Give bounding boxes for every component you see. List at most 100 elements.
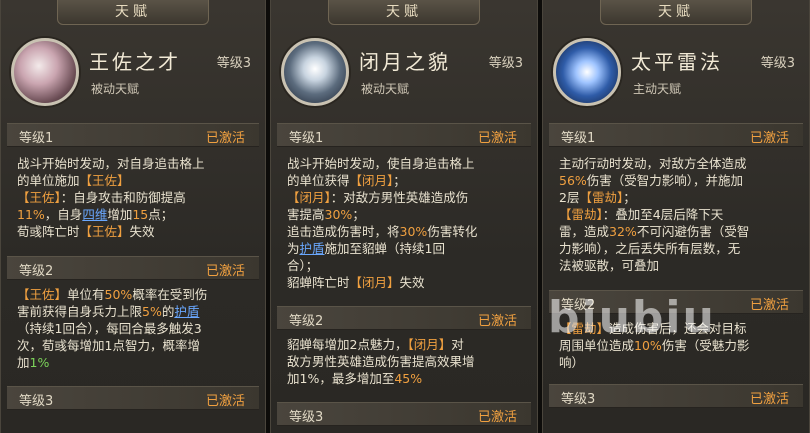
description-text: （持续1回合），每回合最多触发3 <box>17 321 202 336</box>
description-text: 5% <box>142 304 162 319</box>
watermark: biubiu <box>548 292 716 343</box>
description-text: 害提高 <box>287 207 325 222</box>
description-text: 为 <box>287 241 300 256</box>
level-label: 等级2 <box>19 264 54 279</box>
description-text: 【闭月】 <box>349 173 394 188</box>
description-text: 战斗开始时发动，对自身追击格上 <box>17 156 205 171</box>
description-text: 50% <box>104 287 133 302</box>
talent-type: 被动天赋 <box>91 82 140 96</box>
description-line: 2层【雷劫】； <box>559 189 797 206</box>
description-text: 11% <box>17 207 45 222</box>
description-text: 害前获得自身兵力上限 <box>17 304 143 319</box>
description-text: ：叠加至4层后降下天 <box>602 207 724 222</box>
level-row-2: 等级2 已激活 <box>277 306 531 330</box>
level-label: 等级1 <box>289 131 324 146</box>
description-line: 战斗开始时发动，使自身追击格上 <box>287 155 525 172</box>
level-1-description: 战斗开始时发动，对自身追击格上 的单位施加【王佐】 【王佐】：自身攻击和防御提高 11… <box>17 155 253 240</box>
description-line: 敌方男性英雄造成伤害提高效果增 <box>287 353 525 370</box>
talent-name: 闭月之貌 <box>359 50 451 74</box>
description-text: 伤害（受智力影响），并施加 <box>586 173 744 188</box>
description-text: 点； <box>148 207 174 222</box>
talent-icon[interactable] <box>281 38 349 106</box>
description-text: 伤害转化 <box>427 224 478 239</box>
description-text: 1% <box>29 355 50 370</box>
description-text: 战斗开始时发动，使自身追击格上 <box>287 156 475 171</box>
talent-level: 等级3 <box>488 56 523 71</box>
description-text: 响） <box>559 355 585 370</box>
description-text: 貂蝉阵亡时 <box>287 275 350 290</box>
description-text: 雷，造成 <box>559 224 610 239</box>
level-status: 已激活 <box>477 314 517 329</box>
description-text: 【王佐】 <box>79 173 130 188</box>
description-text: 追击造成伤害时，将 <box>287 224 400 239</box>
talent-panel-1: 天赋 王佐之才 被动天赋 等级3 等级1 已激活 战斗开始时发动，对自身追击格上… <box>0 0 266 433</box>
description-line: 响） <box>559 354 797 371</box>
description-text: 敌方男性英雄造成伤害提高效果增 <box>287 354 475 369</box>
description-line: 害提高30%； <box>287 206 525 223</box>
description-text: 30% <box>324 207 353 222</box>
description-line: 的单位获得【闭月】； <box>287 172 525 189</box>
description-text: 主动行动时发动，对敌方全体造成 <box>559 156 747 171</box>
description-line: 【雷劫】：叠加至4层后降下天 <box>559 206 797 223</box>
description-text: 不可闪避伤害（受智 <box>636 224 750 239</box>
description-text: 32% <box>609 224 637 239</box>
panel-tab: 天赋 <box>328 0 480 25</box>
description-text: 【王佐】 <box>79 224 130 239</box>
description-text: ； <box>352 207 365 222</box>
level-label: 等级3 <box>19 394 54 409</box>
description-text: ：自身攻击和防御提高 <box>60 190 186 205</box>
level-row-3: 等级3 已激活 <box>549 384 803 408</box>
description-text: ； <box>623 190 636 205</box>
level-1-description: 主动行动时发动，对敌方全体造成 56%伤害（受智力影响），并施加 2层【雷劫】； 【雷… <box>559 155 797 274</box>
description-line: 次，荀彧每增加1点智力，概率增 <box>17 337 253 354</box>
talent-name: 太平雷法 <box>631 50 723 74</box>
description-text: 加 <box>17 355 30 370</box>
description-line: 力影响），之后丢失所有层数，无 <box>559 240 797 257</box>
level-status: 已激活 <box>477 131 517 146</box>
description-text: 【王佐】 <box>17 287 68 302</box>
description-text: 56% <box>559 173 587 188</box>
description-text: 增加 <box>107 207 133 222</box>
description-text: 次，荀彧每增加1点智力，概率增 <box>17 338 200 353</box>
level-status: 已激活 <box>749 298 789 313</box>
level-2-description: 貂蝉每增加2点魅力，【闭月】对 敌方男性英雄造成伤害提高效果增 加1%，最多增加至4… <box>287 336 525 387</box>
description-text: 的单位施加 <box>17 173 80 188</box>
description-line: 战斗开始时发动，对自身追击格上 <box>17 155 253 172</box>
keyword-link[interactable]: 四维 <box>82 207 107 222</box>
level-1-description: 战斗开始时发动，使自身追击格上 的单位获得【闭月】； 【闭月】：对敌方男性英雄造成伤… <box>287 155 525 291</box>
talent-header: 王佐之才 被动天赋 等级3 <box>1 30 265 120</box>
description-line: 主动行动时发动，对敌方全体造成 <box>559 155 797 172</box>
level-row-1: 等级1 已激活 <box>277 123 531 147</box>
description-line: 【王佐】：自身攻击和防御提高 <box>17 189 253 206</box>
description-text: 【雷劫】 <box>559 207 603 222</box>
description-text: ，自身 <box>44 207 83 222</box>
description-text: 【闭月】 <box>349 275 400 290</box>
level-label: 等级1 <box>561 131 596 146</box>
level-status: 已激活 <box>205 394 245 409</box>
description-text: 力影响），之后丢失所有层数，无 <box>559 241 741 256</box>
description-line: 为护盾施加至貂蝉（持续1回 <box>287 240 525 257</box>
keyword-link[interactable]: 护盾 <box>300 241 325 256</box>
panel-tab: 天赋 <box>57 0 209 25</box>
description-line: 害前获得自身兵力上限5%的护盾 <box>17 303 253 320</box>
level-row-3: 等级3 已激活 <box>277 402 531 426</box>
level-label: 等级2 <box>289 314 324 329</box>
talent-header: 闭月之貌 被动天赋 等级3 <box>271 30 537 120</box>
description-text: ； <box>393 173 406 188</box>
description-text: 合）； <box>287 258 319 273</box>
keyword-link[interactable]: 护盾 <box>174 304 199 319</box>
level-row-1: 等级1 已激活 <box>7 123 259 147</box>
talent-icon[interactable] <box>553 38 621 106</box>
description-line: 追击造成伤害时，将30%伤害转化 <box>287 223 525 240</box>
level-label: 等级3 <box>561 392 596 407</box>
description-text: 加1%，最多增加至 <box>287 371 395 386</box>
talent-header: 太平雷法 主动天赋 等级3 <box>543 30 809 120</box>
description-line: 【闭月】：对敌方男性英雄造成伤 <box>287 189 525 206</box>
description-line: 加1% <box>17 354 253 371</box>
talent-level: 等级3 <box>760 56 795 71</box>
description-text: 的单位获得 <box>287 173 350 188</box>
talent-icon[interactable] <box>11 38 79 106</box>
level-status: 已激活 <box>749 131 789 146</box>
description-text: 【闭月】 <box>287 190 331 205</box>
description-text: 15 <box>132 207 149 222</box>
